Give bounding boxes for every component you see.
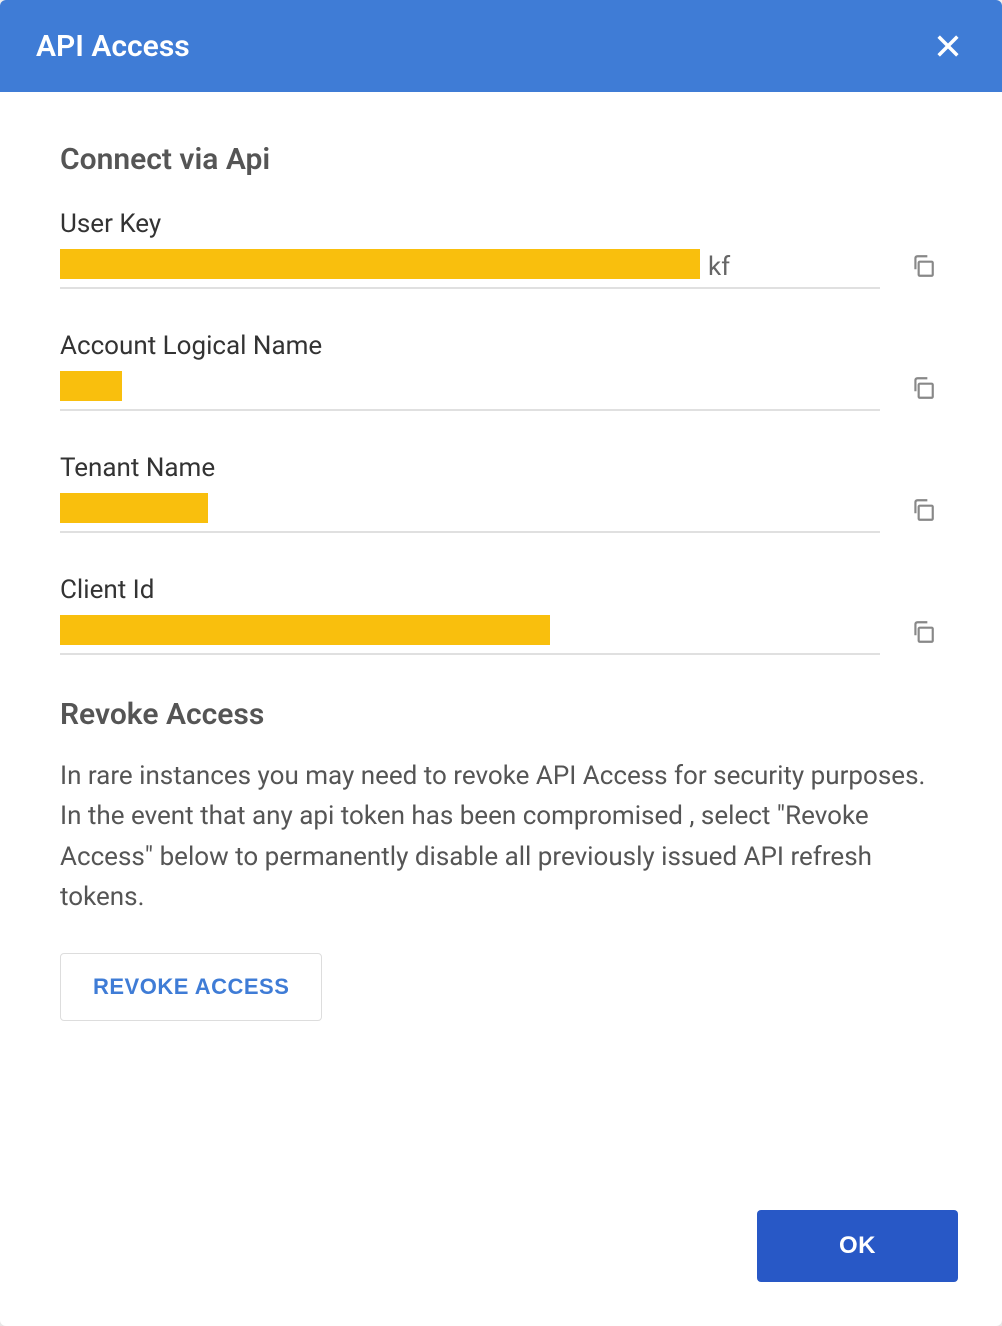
tenant-name-redaction — [60, 493, 208, 523]
revoke-section-title: Revoke Access — [60, 697, 942, 732]
account-logical-name-row — [60, 369, 942, 411]
copy-client-id-button[interactable] — [904, 613, 942, 651]
close-icon — [934, 32, 962, 60]
tenant-name-field-group: Tenant Name — [60, 453, 942, 533]
copy-user-key-button[interactable] — [904, 247, 942, 285]
api-access-modal: API Access Connect via Api User Key kf — [0, 0, 1002, 1326]
account-logical-name-field-group: Account Logical Name — [60, 331, 942, 411]
tenant-name-row — [60, 491, 942, 533]
account-logical-name-input[interactable] — [60, 369, 880, 411]
modal-footer: OK — [0, 1186, 1002, 1326]
user-key-redaction — [60, 249, 700, 279]
revoke-access-button[interactable]: REVOKE ACCESS — [60, 953, 322, 1021]
modal-body: Connect via Api User Key kf Accoun — [0, 92, 1002, 1186]
modal-title: API Access — [36, 29, 190, 64]
user-key-input[interactable]: kf — [60, 247, 880, 289]
user-key-field-group: User Key kf — [60, 209, 942, 289]
revoke-description: In rare instances you may need to revoke… — [60, 756, 942, 917]
copy-icon — [910, 375, 936, 401]
user-key-row: kf — [60, 247, 942, 289]
copy-icon — [910, 619, 936, 645]
close-button[interactable] — [930, 28, 966, 64]
copy-tenant-name-button[interactable] — [904, 491, 942, 529]
user-key-label: User Key — [60, 209, 942, 239]
copy-account-logical-name-button[interactable] — [904, 369, 942, 407]
connect-section-title: Connect via Api — [60, 142, 942, 177]
copy-icon — [910, 253, 936, 279]
client-id-input[interactable] — [60, 613, 880, 655]
user-key-value-suffix: kf — [708, 252, 730, 282]
ok-button[interactable]: OK — [757, 1210, 958, 1282]
account-logical-name-redaction — [60, 371, 122, 401]
modal-header: API Access — [0, 0, 1002, 92]
tenant-name-input[interactable] — [60, 491, 880, 533]
client-id-row — [60, 613, 942, 655]
tenant-name-label: Tenant Name — [60, 453, 942, 483]
client-id-redaction — [60, 615, 550, 645]
copy-icon — [910, 497, 936, 523]
client-id-field-group: Client Id — [60, 575, 942, 655]
client-id-label: Client Id — [60, 575, 942, 605]
account-logical-name-label: Account Logical Name — [60, 331, 942, 361]
